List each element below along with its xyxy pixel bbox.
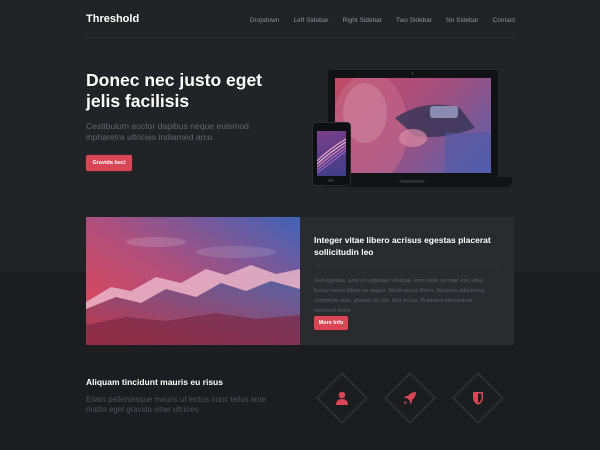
hero-subtitle: Cestibulum auctor dapibus neque euismod … xyxy=(86,121,249,142)
header-divider xyxy=(86,37,514,38)
mountain-image xyxy=(86,217,300,345)
rocket-feature[interactable] xyxy=(380,368,440,428)
user-icon xyxy=(336,391,348,405)
bottom-text: Etiam pellentesque mauris ut lectus nunc… xyxy=(86,395,266,414)
more-info-button[interactable]: More Info xyxy=(314,316,348,330)
hero-cta-button[interactable]: Gravida beci xyxy=(86,155,132,171)
nav-item-left-sidebar[interactable]: Left Sidebar xyxy=(293,17,328,24)
rocket-icon xyxy=(404,392,416,404)
shield-feature[interactable] xyxy=(448,368,508,428)
user-feature[interactable] xyxy=(312,368,372,428)
hero-title: Donec nec justo eget jelis facilisis xyxy=(86,70,263,111)
nav-item-two-sidebar[interactable]: Two Sidebar xyxy=(396,17,432,24)
main-nav: Dropdown Left Sidebar Right Sidebar Two … xyxy=(250,17,515,24)
phone-image xyxy=(313,123,350,185)
feature-text: Sed egestas, ante et vulputate volutpat,… xyxy=(314,278,486,314)
laptop-screen-photo xyxy=(335,78,491,173)
feature-card: Integer vitae libero acrisus egestas pla… xyxy=(300,217,514,345)
phone-screen-photo xyxy=(317,131,346,176)
nav-item-right-sidebar[interactable]: Right Sidebar xyxy=(343,17,382,24)
shield-icon xyxy=(473,392,483,405)
brand-logo[interactable]: Threshold xyxy=(86,13,139,25)
nav-item-dropdown[interactable]: Dropdown xyxy=(250,17,280,24)
bottom-title: Aliquam tincidunt mauris eu risus xyxy=(86,377,223,387)
nav-item-contact[interactable]: Contact xyxy=(493,17,515,24)
feature-title: Integer vitae libero acrisus egestas pla… xyxy=(314,235,491,257)
nav-item-no-sidebar[interactable]: No Sidebar xyxy=(446,17,479,24)
feature-divider xyxy=(314,265,500,266)
laptop-image xyxy=(328,70,498,177)
